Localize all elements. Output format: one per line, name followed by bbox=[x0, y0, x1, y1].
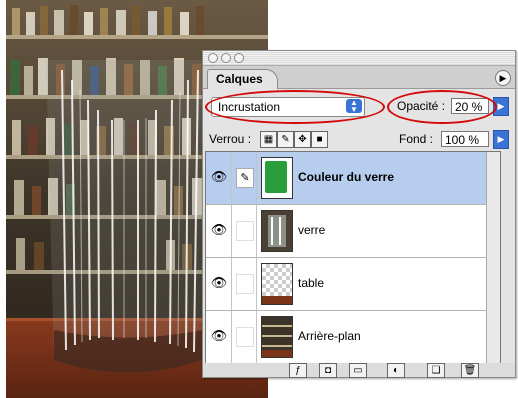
layer-row[interactable]: 👁 ✎ Couleur du verre bbox=[206, 152, 500, 205]
add-mask-icon[interactable]: ◘ bbox=[319, 363, 337, 378]
eye-icon[interactable]: 👁 bbox=[210, 329, 228, 343]
layer-name: table bbox=[298, 276, 325, 290]
layer-name: Couleur du verre bbox=[298, 170, 395, 184]
minimize-button[interactable] bbox=[221, 53, 231, 63]
blend-mode-select[interactable]: Incrustation ▲ ▼ bbox=[211, 97, 365, 117]
lock-label: Verrou : bbox=[209, 132, 252, 146]
layer-style-icon[interactable]: ƒ bbox=[289, 363, 307, 378]
lock-all-icon[interactable]: ■ bbox=[311, 131, 328, 148]
adjustment-layer-icon[interactable]: ◐ bbox=[387, 363, 405, 378]
link-box[interactable] bbox=[236, 221, 254, 241]
lock-transparency-icon[interactable]: ▦ bbox=[260, 131, 277, 148]
eye-icon[interactable]: 👁 bbox=[210, 276, 228, 290]
blend-mode-value: Incrustation bbox=[218, 100, 281, 114]
brush-icon[interactable]: ✎ bbox=[236, 168, 254, 188]
trash-icon[interactable]: 🗑 bbox=[461, 363, 479, 378]
layer-thumbnail bbox=[261, 316, 293, 358]
layer-thumbnail bbox=[261, 263, 293, 305]
tab-bar: Calques ▶ bbox=[203, 66, 515, 89]
layer-row[interactable]: 👁 verre bbox=[206, 205, 500, 258]
layer-name: verre bbox=[298, 223, 326, 237]
eye-icon[interactable]: 👁 bbox=[210, 170, 228, 184]
fill-label: Fond : bbox=[399, 132, 434, 146]
scrollbar[interactable] bbox=[486, 152, 500, 364]
layers-list: 👁 ✎ Couleur du verre 👁 verre 👁 table 👁 A… bbox=[205, 151, 501, 365]
new-set-icon[interactable]: ▭ bbox=[349, 363, 367, 378]
opacity-field[interactable]: 20 % bbox=[451, 98, 489, 114]
eye-icon[interactable]: 👁 bbox=[210, 223, 228, 237]
lock-paint-icon[interactable]: ✎ bbox=[277, 131, 294, 148]
zoom-button[interactable] bbox=[234, 53, 244, 63]
bottom-toolbar: ƒ ◘ ▭ ◐ ❏ 🗑 bbox=[203, 363, 515, 378]
layers-palette: Calques ▶ Incrustation ▲ ▼ Opacité : 20 %… bbox=[202, 50, 516, 378]
link-box[interactable] bbox=[236, 274, 254, 294]
layer-row[interactable]: 👁 table bbox=[206, 258, 500, 311]
opacity-label: Opacité : bbox=[397, 99, 446, 113]
link-box[interactable] bbox=[236, 327, 254, 347]
fill-field[interactable]: 100 % bbox=[441, 131, 489, 147]
layer-row[interactable]: 👁 Arrière-plan bbox=[206, 311, 500, 363]
chevron-updown-icon: ▲ ▼ bbox=[346, 99, 362, 114]
opacity-slider-arrow[interactable]: ▶ bbox=[493, 97, 509, 116]
new-layer-icon[interactable]: ❏ bbox=[427, 363, 445, 378]
tab-layers[interactable]: Calques bbox=[207, 69, 278, 89]
layer-thumbnail bbox=[261, 210, 293, 252]
lock-position-icon[interactable]: ✥ bbox=[294, 131, 311, 148]
fill-slider-arrow[interactable]: ▶ bbox=[493, 130, 509, 149]
layer-thumbnail bbox=[261, 157, 293, 199]
layer-name: Arrière-plan bbox=[298, 329, 361, 343]
palette-menu-button[interactable]: ▶ bbox=[495, 70, 511, 86]
palette-titlebar[interactable] bbox=[203, 51, 515, 66]
close-button[interactable] bbox=[208, 53, 218, 63]
